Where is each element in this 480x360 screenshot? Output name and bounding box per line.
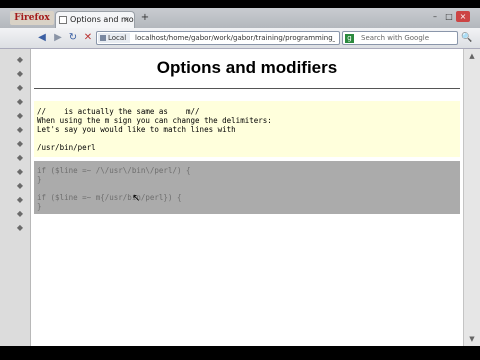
vertical-scrollbar[interactable]: ▲ ▼ <box>463 49 480 346</box>
window-maximize-button[interactable]: □ <box>442 11 456 22</box>
sidebar-tool-icon[interactable]: ◆ <box>16 195 24 204</box>
sidebar-tool-icon[interactable]: ◆ <box>16 153 24 162</box>
site-identity[interactable]: Local <box>98 33 130 43</box>
sidebar-tool-icon[interactable]: ◆ <box>16 139 24 148</box>
sidebar-tool-icon[interactable]: ◆ <box>16 97 24 106</box>
sidebar-tool-icon[interactable]: ◆ <box>16 125 24 134</box>
code-line: When using the m sign you can change the… <box>37 116 272 125</box>
scroll-down-icon[interactable]: ▼ <box>467 334 477 344</box>
tab-active[interactable]: Options and mod... × <box>55 11 135 28</box>
highlighted-code-line: if ($line =~ /\/usr\/bin\/perl/) { <box>37 166 191 175</box>
site-identity-label: Local <box>108 34 127 42</box>
sidebar-tool-icon[interactable]: ◆ <box>16 111 24 120</box>
new-tab-button[interactable]: + <box>139 12 151 24</box>
code-line: Let's say you would like to match lines … <box>37 125 236 134</box>
mouse-cursor-icon: ↖ <box>132 193 141 204</box>
sidebar-tool-icon[interactable]: ◆ <box>16 83 24 92</box>
site-identity-icon <box>100 35 106 41</box>
nav-toolbar: ◀ ▶ ↻ ✕ Local localhost/home/gabor/work/… <box>0 28 480 49</box>
back-icon[interactable]: ◀ <box>36 31 48 45</box>
reload-icon[interactable]: ↻ <box>67 31 79 45</box>
page-content: Options and modifiers // is actually the… <box>31 49 463 346</box>
highlighted-code-line: } <box>37 202 42 211</box>
search-input[interactable]: g Search with Google <box>342 31 458 45</box>
title-divider <box>34 88 460 89</box>
letterbox-bottom <box>0 346 480 360</box>
sidebar-tool-icon[interactable]: ◆ <box>16 69 24 78</box>
search-engine-icon[interactable]: g <box>345 34 354 43</box>
scroll-up-icon[interactable]: ▲ <box>467 51 477 61</box>
code-block: // is actually the same as m// When usin… <box>34 101 460 157</box>
code-line: /usr/bin/perl <box>37 143 96 152</box>
sidebar-tool-icon[interactable]: ◆ <box>16 181 24 190</box>
code-line: // is actually the same as m// <box>37 107 200 116</box>
sidebar-tool-icon[interactable]: ◆ <box>16 223 24 232</box>
page-title: Options and modifiers <box>156 58 338 77</box>
sidebar-toolbar: ◆ ◆ ◆ ◆ ◆ ◆ ◆ ◆ ◆ ◆ ◆ ◆ ◆ <box>0 49 31 346</box>
highlighted-code-line: if ($line =~ m{/usr/bin/perl}) { <box>37 193 182 202</box>
page-favicon-icon <box>59 16 67 24</box>
highlighted-code-line: } <box>37 175 42 184</box>
forward-icon[interactable]: ▶ <box>52 31 64 45</box>
letterbox-top <box>0 0 480 8</box>
window-minimize-button[interactable]: – <box>428 11 442 22</box>
window-close-button[interactable]: × <box>456 11 470 22</box>
browser-window: Firefox Options and mod... × + – □ × ◀ ▶… <box>0 8 480 346</box>
sidebar-tool-icon[interactable]: ◆ <box>16 209 24 218</box>
app-logo[interactable]: Firefox <box>10 11 54 25</box>
highlighted-code-block: if ($line =~ /\/usr\/bin\/perl/) { } if … <box>34 161 460 214</box>
tab-strip: Firefox Options and mod... × + – □ × <box>0 8 480 28</box>
tab-close-icon[interactable]: × <box>123 12 130 28</box>
sidebar-tool-icon[interactable]: ◆ <box>16 167 24 176</box>
stop-icon[interactable]: ✕ <box>82 31 94 45</box>
search-placeholder: Search with Google <box>361 34 430 42</box>
address-bar[interactable]: Local localhost/home/gabor/work/gabor/tr… <box>96 31 340 45</box>
url-text[interactable]: localhost/home/gabor/work/gabor/training… <box>135 32 335 44</box>
sidebar-tool-icon[interactable]: ◆ <box>16 55 24 64</box>
search-icon[interactable]: 🔍 <box>461 32 473 44</box>
